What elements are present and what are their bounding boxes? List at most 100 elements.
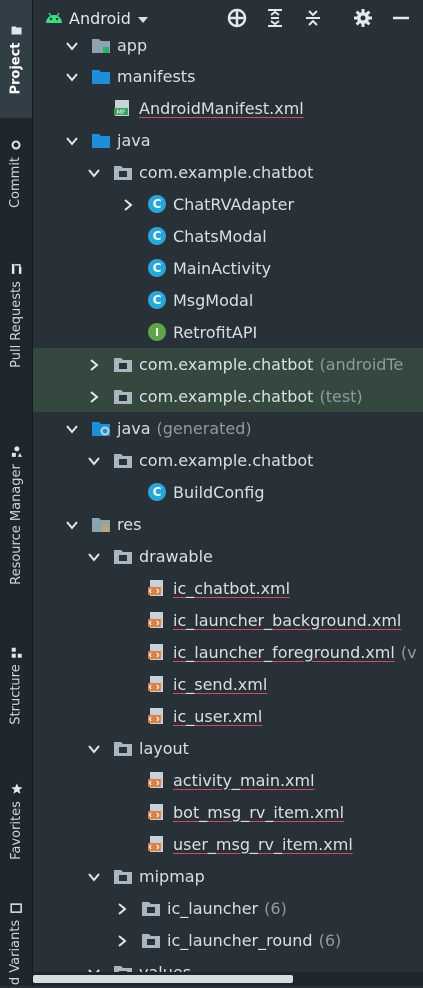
tree-node[interactable]: C ChatsModal — [33, 220, 423, 252]
tree-node-label: ic_launcher_foreground.xml — [173, 642, 395, 662]
tree-node[interactable]: res — [33, 508, 423, 540]
expand-all-icon[interactable] — [263, 6, 287, 30]
xml-file-icon — [147, 610, 167, 630]
chevron-right-icon[interactable] — [87, 357, 101, 371]
tool-tab-label: Structure — [8, 663, 24, 725]
tree-node[interactable]: com.example.chatbot (test) — [33, 380, 423, 412]
tree-node-label: MainActivity — [173, 258, 272, 278]
tool-tab-label: Commit — [8, 156, 24, 208]
package-folder-icon — [113, 546, 133, 566]
tree-node[interactable]: bot_msg_rv_item.xml — [33, 796, 423, 828]
chevron-right-icon[interactable] — [87, 389, 101, 403]
chevron-down-icon — [137, 9, 149, 28]
tree-node-label: MsgModal — [173, 290, 254, 310]
collapse-all-icon[interactable] — [301, 6, 325, 30]
tree-node[interactable]: C ChatRVAdapter — [33, 188, 423, 220]
chevron-down-icon[interactable] — [65, 517, 79, 531]
class-icon: C — [147, 482, 167, 502]
tool-tab-resource-manager[interactable]: Resource Manager — [0, 420, 32, 610]
tree-node[interactable]: I RetrofitAPI — [33, 316, 423, 348]
tree-node-label: user_msg_rv_item.xml — [173, 834, 353, 854]
chevron-down-icon[interactable] — [87, 741, 101, 755]
tool-tab-commit[interactable]: Commit — [0, 118, 32, 228]
tool-tab-label: Pull Requests — [8, 280, 24, 368]
chevron-down-icon[interactable] — [87, 549, 101, 563]
tree-node-label: AndroidManifest.xml — [139, 98, 304, 118]
tree-node[interactable]: ic_launcher_background.xml — [33, 604, 423, 636]
chevron-down-icon[interactable] — [65, 38, 79, 52]
module-icon — [91, 35, 111, 55]
project-panel: Android app manifests MF AndroidManifest.xm… — [33, 0, 423, 986]
tree-node[interactable]: ic_send.xml — [33, 668, 423, 700]
horizontal-scrollbar[interactable] — [33, 972, 423, 986]
folder-icon — [91, 130, 111, 150]
tree-node[interactable]: ic_chatbot.xml — [33, 572, 423, 604]
tree-node[interactable]: app — [33, 29, 423, 61]
tree-node[interactable]: ic_launcher (6) — [33, 892, 423, 924]
tree-node-label: ic_user.xml — [173, 706, 263, 726]
chevron-right-icon[interactable] — [115, 933, 129, 947]
tree-node[interactable]: com.example.chatbot — [33, 444, 423, 476]
tree-node[interactable]: java — [33, 124, 423, 156]
tree-node-label: com.example.chatbot — [139, 162, 314, 182]
svg-text:MF: MF — [117, 109, 126, 116]
tree-node[interactable]: mipmap — [33, 860, 423, 892]
chevron-down-icon[interactable] — [65, 69, 79, 83]
tree-node-label: drawable — [139, 546, 213, 566]
package-folder-icon — [141, 930, 161, 950]
tree-node[interactable]: layout — [33, 732, 423, 764]
android-icon — [45, 9, 63, 28]
tree-node[interactable]: com.example.chatbot — [33, 156, 423, 188]
xml-file-icon — [147, 834, 167, 854]
tree-node[interactable]: C MsgModal — [33, 284, 423, 316]
scrollbar-thumb[interactable] — [33, 975, 293, 983]
tree-node[interactable]: activity_main.xml — [33, 764, 423, 796]
pull-request-icon — [10, 263, 22, 275]
tree-node-label: activity_main.xml — [173, 770, 315, 790]
chevron-down-icon[interactable] — [87, 453, 101, 467]
package-folder-icon — [113, 866, 133, 886]
tool-tab-favorites[interactable]: Favorites — [0, 766, 32, 876]
tree-node[interactable]: drawable — [33, 540, 423, 572]
chevron-down-icon[interactable] — [65, 421, 79, 435]
chevron-right-icon[interactable] — [121, 197, 135, 211]
chevron-down-icon[interactable] — [65, 133, 79, 147]
tree-node[interactable]: ic_launcher_foreground.xml (v — [33, 636, 423, 668]
tree-node-label: mipmap — [139, 866, 205, 886]
chevron-right-icon[interactable] — [115, 901, 129, 915]
minimize-icon[interactable] — [389, 6, 413, 30]
xml-file-icon — [147, 706, 167, 726]
tree-node[interactable]: ic_user.xml — [33, 700, 423, 732]
tool-tab-pull-requests[interactable]: Pull Requests — [0, 240, 32, 390]
structure-icon — [10, 646, 22, 658]
tree-node[interactable]: C MainActivity — [33, 252, 423, 284]
generated-folder-icon — [91, 418, 111, 438]
tree-node[interactable]: MF AndroidManifest.xml — [33, 92, 423, 124]
tool-tab-project[interactable]: Project — [0, 0, 32, 118]
tree-node[interactable]: manifests — [33, 60, 423, 92]
folder-icon — [10, 24, 22, 36]
tree-node-annotation: (androidTe — [319, 354, 404, 374]
tree-node[interactable]: com.example.chatbot (androidTe — [33, 348, 423, 380]
tree-node[interactable]: ic_launcher_round (6) — [33, 924, 423, 956]
manifest-file-icon: MF — [113, 98, 133, 118]
view-selector-label: Android — [69, 8, 131, 28]
tree-node[interactable]: java (generated) — [33, 412, 423, 444]
tool-tab-label: Favorites — [8, 800, 24, 860]
locate-icon[interactable] — [225, 6, 249, 30]
class-icon: C — [147, 194, 167, 214]
tree-node-label: ChatRVAdapter — [173, 194, 295, 214]
chevron-down-icon[interactable] — [87, 165, 101, 179]
tool-tab-d-variants[interactable]: d Variants — [0, 900, 32, 986]
tree-node-label: com.example.chatbot — [139, 450, 314, 470]
tool-tab-structure[interactable]: Structure — [0, 630, 32, 740]
tree-node[interactable]: user_msg_rv_item.xml — [33, 828, 423, 860]
resources-folder-icon — [91, 514, 111, 534]
view-selector[interactable]: Android — [45, 9, 149, 28]
tree-node-annotation: (test) — [319, 386, 363, 406]
gear-icon[interactable] — [351, 6, 375, 30]
tree-node[interactable]: C BuildConfig — [33, 476, 423, 508]
chevron-down-icon[interactable] — [87, 869, 101, 883]
tree-node-label: ic_launcher_round — [167, 930, 313, 950]
package-folder-icon — [113, 354, 133, 374]
